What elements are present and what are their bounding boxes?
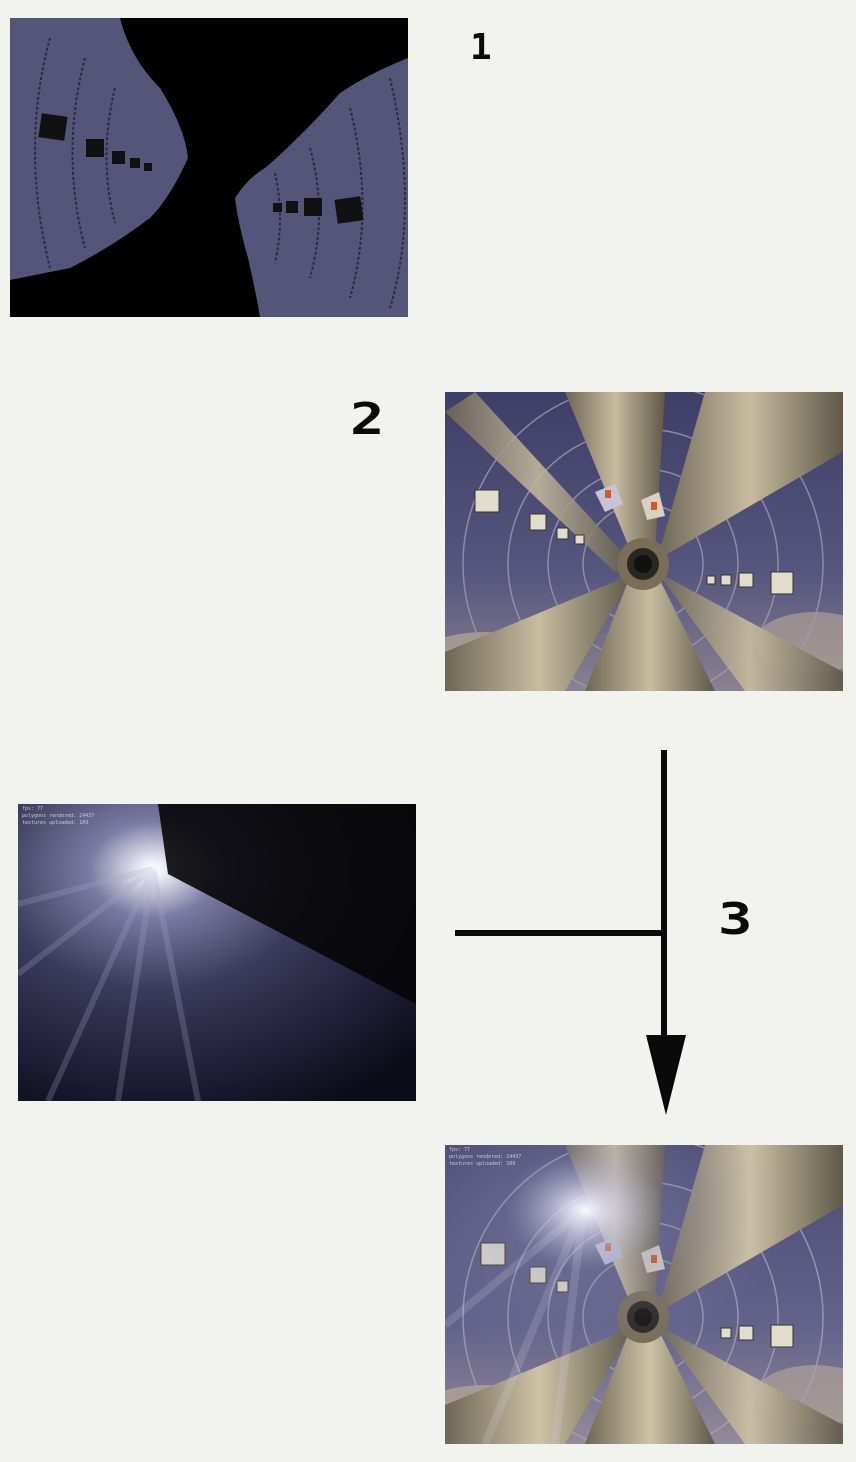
arrow-head [646, 1035, 686, 1115]
light-shafts-image: fps: 77 polygons rendered: 24437 texture… [18, 804, 416, 1101]
debug-text-line: polygons rendered: 24437 [22, 813, 95, 819]
final-composite-image: fps: 77 polygons rendered: 24437 texture… [445, 1145, 843, 1444]
step-label-3: 3 [718, 894, 753, 945]
debug-text-line: fps: 77 [22, 806, 44, 812]
debug-text-line: textures uploaded: 109 [449, 1161, 516, 1167]
debug-text-line: textures uploaded: 109 [22, 820, 89, 826]
step-label-2: 2 [350, 394, 385, 445]
textured-render-image [445, 392, 843, 691]
debug-text-line: fps: 77 [449, 1147, 471, 1153]
step-label-1: 1 [470, 27, 492, 68]
debug-text-line: polygons rendered: 24437 [449, 1154, 522, 1160]
silhouette-pass-image [10, 18, 408, 317]
